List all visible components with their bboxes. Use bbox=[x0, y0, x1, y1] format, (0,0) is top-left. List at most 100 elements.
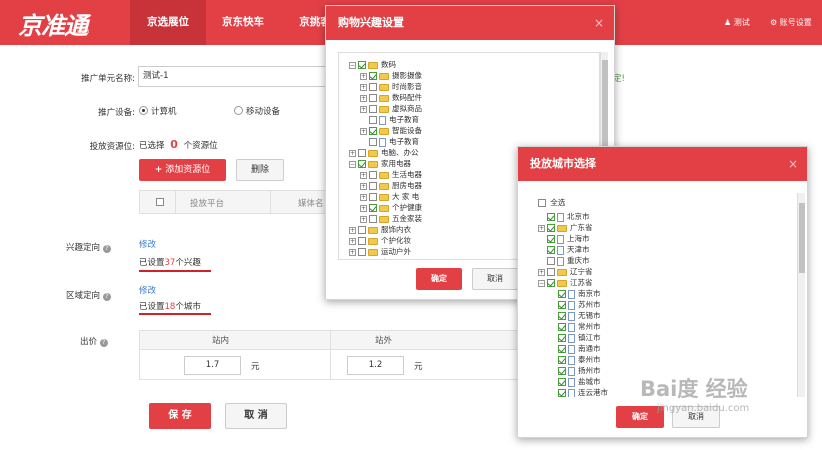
collapse-icon[interactable]: − bbox=[538, 279, 545, 287]
tree-checkbox[interactable] bbox=[369, 171, 377, 179]
expand-icon[interactable]: + bbox=[538, 224, 545, 232]
tree-checkbox[interactable] bbox=[558, 312, 566, 320]
tree-checkbox[interactable] bbox=[558, 356, 566, 364]
close-icon[interactable]: × bbox=[594, 6, 604, 40]
bid-onsite-input[interactable]: 1.7 bbox=[184, 356, 241, 375]
tree-checkbox[interactable] bbox=[369, 204, 377, 212]
device-mobile-radio[interactable] bbox=[234, 106, 243, 115]
baidu-watermark-url: jingyan.baidu.com bbox=[657, 403, 750, 414]
collapse-icon[interactable]: − bbox=[349, 160, 356, 168]
tree-node[interactable]: + 家居 bbox=[349, 257, 396, 261]
account-settings-link[interactable]: ⚙ 账号设置 bbox=[770, 0, 812, 45]
tree-checkbox[interactable] bbox=[358, 160, 366, 168]
expand-icon[interactable]: + bbox=[360, 204, 367, 212]
expand-icon[interactable]: + bbox=[349, 226, 356, 234]
interest-count: 37 bbox=[164, 258, 176, 268]
bid-offsite-input[interactable]: 1.2 bbox=[347, 356, 404, 375]
tree-checkbox[interactable] bbox=[558, 301, 566, 309]
expand-icon[interactable]: + bbox=[360, 83, 367, 91]
tree-node[interactable]: 连云港市 bbox=[549, 387, 608, 397]
tree-checkbox[interactable] bbox=[358, 259, 366, 260]
tree-checkbox[interactable] bbox=[558, 323, 566, 331]
tree-checkbox[interactable] bbox=[558, 345, 566, 353]
expand-icon[interactable]: + bbox=[360, 182, 367, 190]
save-button[interactable]: 保 存 bbox=[149, 403, 211, 429]
close-icon[interactable]: × bbox=[788, 147, 798, 181]
tree-checkbox[interactable] bbox=[558, 290, 566, 298]
tree-checkbox[interactable] bbox=[369, 116, 377, 124]
tree-checkbox[interactable] bbox=[369, 138, 377, 146]
tree-checkbox[interactable] bbox=[369, 83, 377, 91]
tree-checkbox[interactable] bbox=[558, 378, 566, 386]
tree-checkbox[interactable] bbox=[369, 182, 377, 190]
tree-checkbox[interactable] bbox=[358, 237, 366, 245]
tree-checkbox[interactable] bbox=[558, 334, 566, 342]
bid-header-offsite: 站外 bbox=[375, 336, 393, 346]
expand-icon[interactable]: + bbox=[360, 105, 367, 113]
tree-checkbox[interactable] bbox=[369, 193, 377, 201]
tree-checkbox[interactable] bbox=[558, 367, 566, 375]
tree-checkbox[interactable] bbox=[369, 94, 377, 102]
delete-button[interactable]: 删除 bbox=[236, 159, 284, 181]
device-pc-radio[interactable] bbox=[139, 106, 148, 115]
tree-checkbox[interactable] bbox=[547, 235, 555, 243]
tree-checkbox[interactable] bbox=[369, 72, 377, 80]
file-icon bbox=[568, 322, 575, 332]
expand-icon[interactable]: + bbox=[360, 215, 367, 223]
scrollbar-thumb[interactable] bbox=[799, 203, 805, 273]
expand-icon[interactable]: + bbox=[360, 72, 367, 80]
tree-checkbox[interactable] bbox=[358, 248, 366, 256]
interest-confirm-button[interactable]: 确定 bbox=[416, 268, 462, 290]
tree-checkbox[interactable] bbox=[369, 215, 377, 223]
tree-checkbox[interactable] bbox=[547, 246, 555, 254]
bid-label-text: 出价 bbox=[80, 337, 98, 347]
help-icon[interactable]: ? bbox=[102, 245, 111, 253]
select-all-checkbox[interactable] bbox=[538, 199, 546, 207]
tree-checkbox[interactable] bbox=[547, 279, 555, 287]
jzt-logo[interactable]: 京准通 JZT.JD.COM bbox=[18, 6, 102, 40]
expand-icon[interactable]: + bbox=[360, 127, 367, 135]
collapse-icon[interactable]: − bbox=[349, 61, 356, 69]
tree-checkbox[interactable] bbox=[358, 61, 366, 69]
expand-icon[interactable]: + bbox=[360, 193, 367, 201]
nav-tab-kuaiche[interactable]: 京东快车 bbox=[206, 0, 280, 45]
folder-icon bbox=[379, 182, 389, 190]
region-edit-link[interactable]: 修改 bbox=[139, 284, 156, 296]
expand-icon[interactable]: + bbox=[360, 171, 367, 179]
help-icon[interactable]: ? bbox=[102, 293, 111, 301]
tree-checkbox[interactable] bbox=[547, 213, 555, 221]
nav-tab-jingxuan[interactable]: 京选展位 bbox=[130, 0, 206, 45]
tree-checkbox[interactable] bbox=[547, 257, 555, 265]
expand-icon[interactable]: + bbox=[349, 237, 356, 245]
folder-icon bbox=[379, 204, 389, 212]
help-icon[interactable]: ? bbox=[99, 339, 108, 347]
unit-name-input[interactable]: 测试-1 bbox=[138, 66, 328, 87]
tree-checkbox[interactable] bbox=[358, 226, 366, 234]
tree-checkbox[interactable] bbox=[558, 389, 566, 397]
region-prefix: 已设置 bbox=[139, 302, 165, 312]
tree-checkbox[interactable] bbox=[358, 149, 366, 157]
logo-text: 京准通 bbox=[18, 11, 88, 40]
interest-edit-link[interactable]: 修改 bbox=[139, 238, 156, 250]
expand-icon[interactable]: + bbox=[349, 260, 356, 261]
tree-checkbox[interactable] bbox=[369, 105, 377, 113]
expand-icon[interactable]: + bbox=[538, 268, 545, 276]
bid-header-onsite: 站内 bbox=[212, 336, 230, 346]
expand-icon[interactable]: + bbox=[360, 94, 367, 102]
tree-checkbox[interactable] bbox=[369, 127, 377, 135]
table-divider bbox=[175, 190, 176, 214]
cancel-button[interactable]: 取 消 bbox=[225, 403, 287, 429]
scrollbar-thumb[interactable] bbox=[602, 60, 608, 150]
resource-select-all-checkbox[interactable] bbox=[156, 198, 164, 206]
user-menu[interactable]: ♟ 测试 bbox=[724, 0, 750, 45]
city-scrollbar[interactable] bbox=[797, 193, 805, 397]
tree-checkbox[interactable] bbox=[547, 224, 555, 232]
expand-icon[interactable]: + bbox=[349, 149, 356, 157]
add-resource-button[interactable]: + 添加资源位 bbox=[139, 159, 226, 181]
interest-cancel-button[interactable]: 取消 bbox=[472, 268, 518, 290]
expand-icon[interactable]: + bbox=[349, 248, 356, 256]
region-suffix: 个城市 bbox=[175, 302, 201, 312]
select-all-row[interactable]: 全选 bbox=[538, 197, 565, 209]
tree-checkbox[interactable] bbox=[547, 268, 555, 276]
plus-icon: + bbox=[154, 165, 163, 175]
